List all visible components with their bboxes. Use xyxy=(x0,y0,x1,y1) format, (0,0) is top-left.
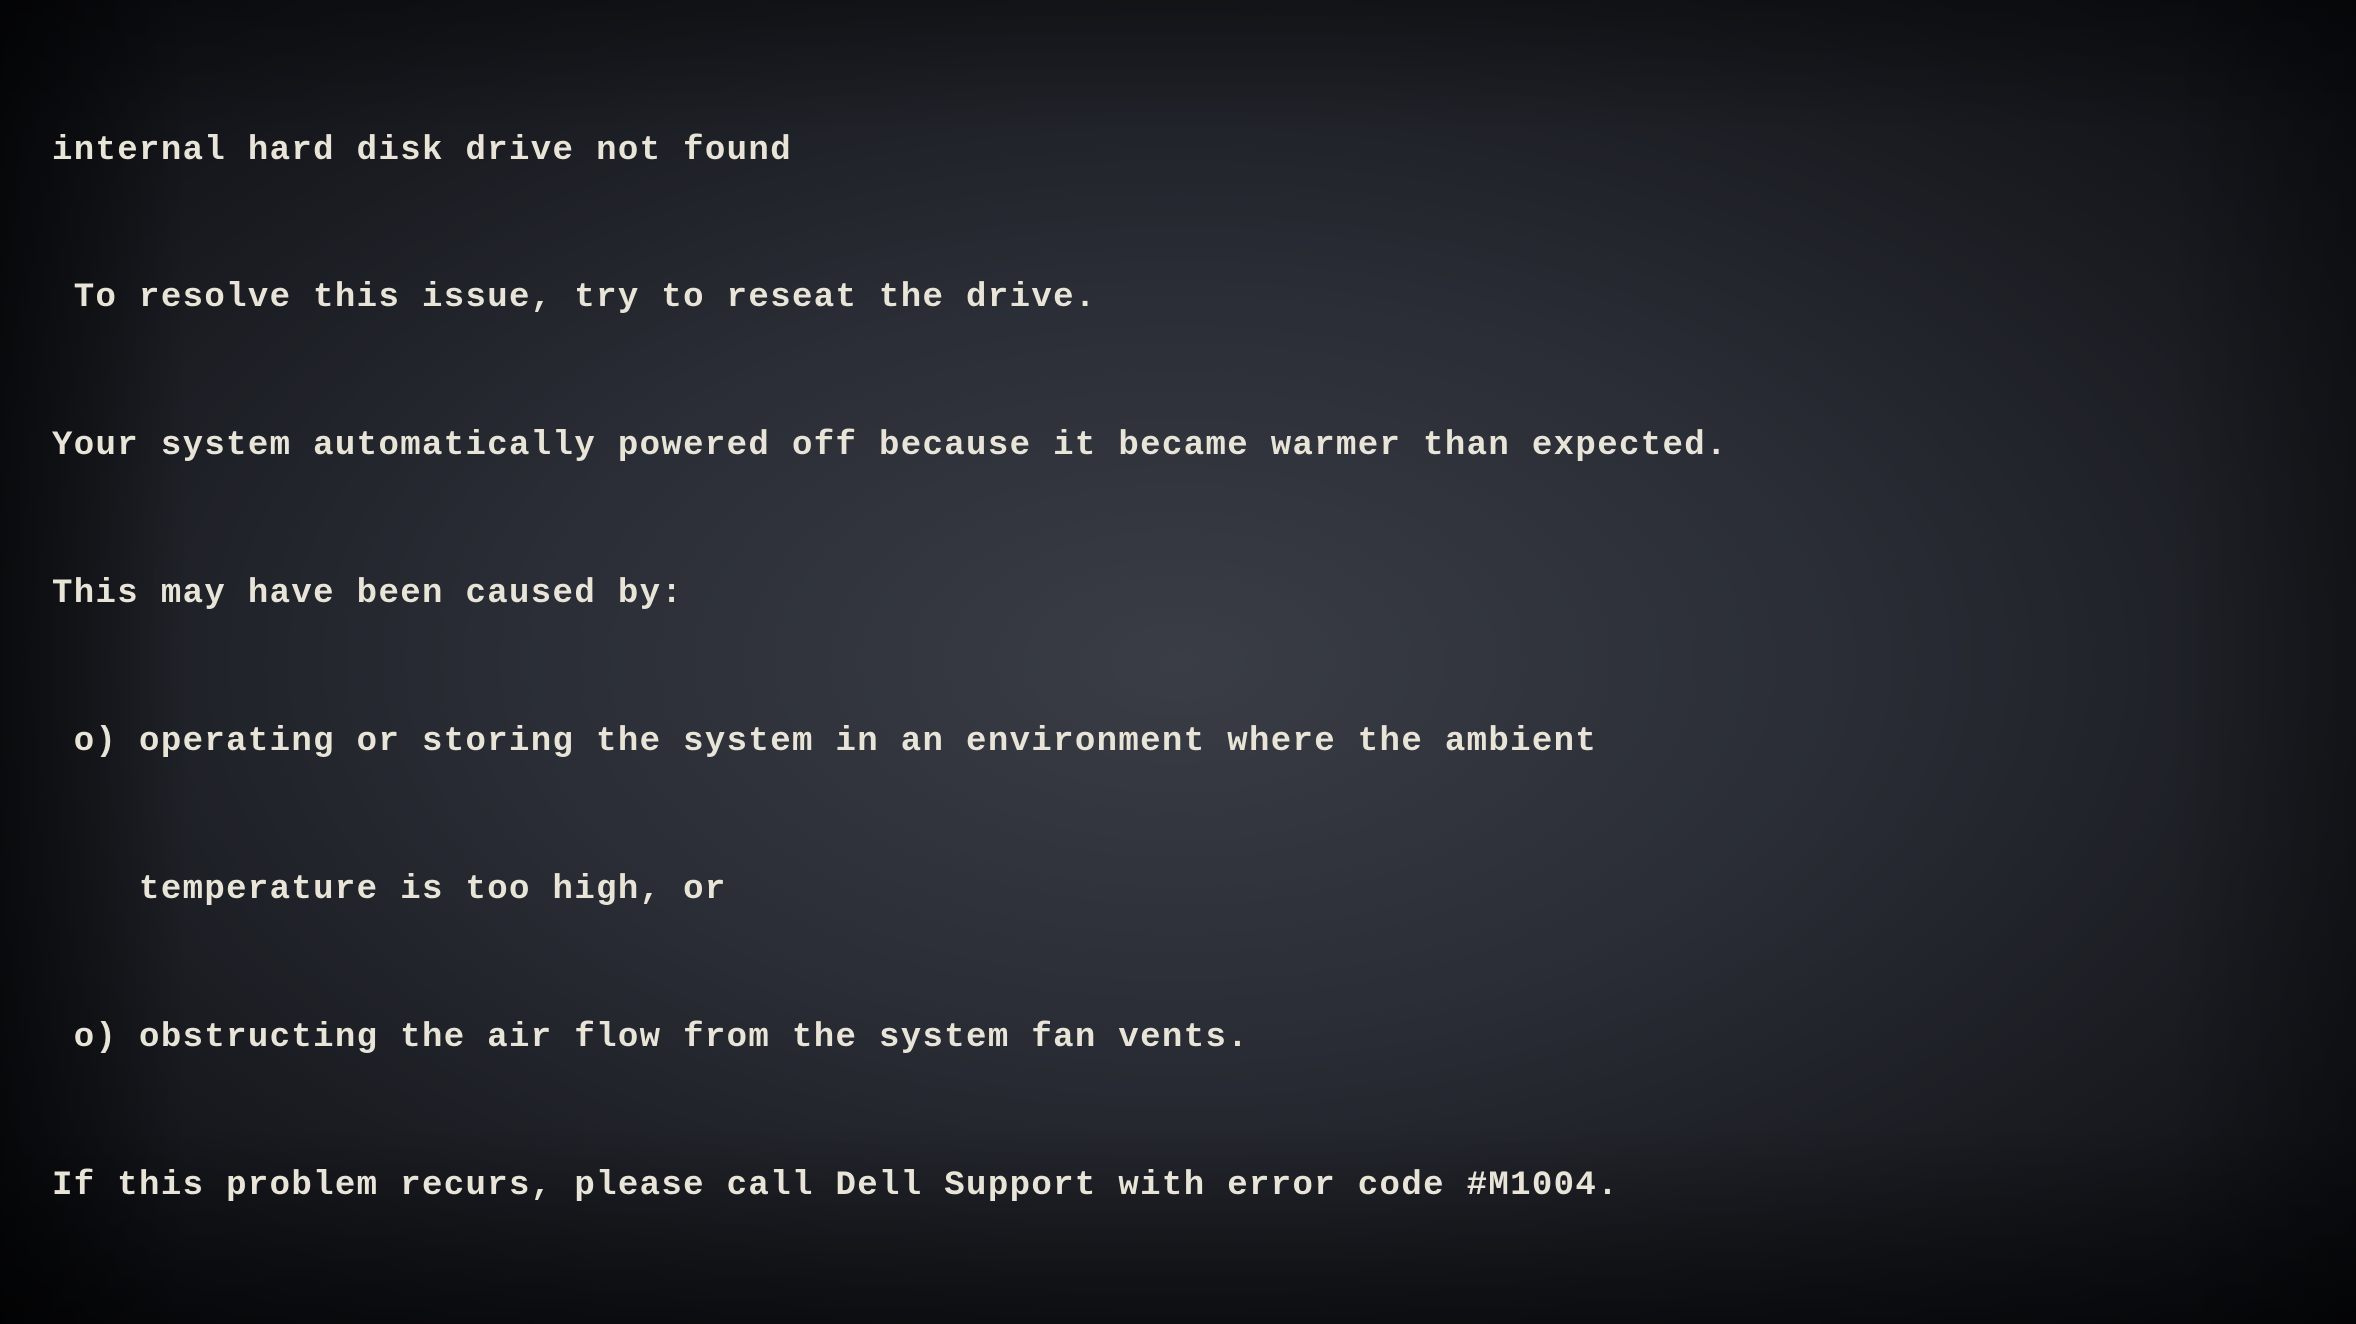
error-line-4: This may have been caused by: xyxy=(52,570,1728,619)
error-line-2: To resolve this issue, try to reseat the… xyxy=(52,274,1728,323)
error-line-1: internal hard disk drive not found xyxy=(52,127,1728,176)
error-line-6: temperature is too high, or xyxy=(52,866,1728,915)
error-line-7: o) obstructing the air flow from the sys… xyxy=(52,1014,1728,1063)
error-text-area: internal hard disk drive not found To re… xyxy=(0,0,1758,1324)
blank-line-1 xyxy=(52,1310,1728,1324)
bios-error-screen: internal hard disk drive not found To re… xyxy=(0,0,2356,1324)
error-line-8: If this problem recurs, please call Dell… xyxy=(52,1162,1728,1211)
error-line-3: Your system automatically powered off be… xyxy=(52,422,1728,471)
error-line-5: o) operating or storing the system in an… xyxy=(52,718,1728,767)
